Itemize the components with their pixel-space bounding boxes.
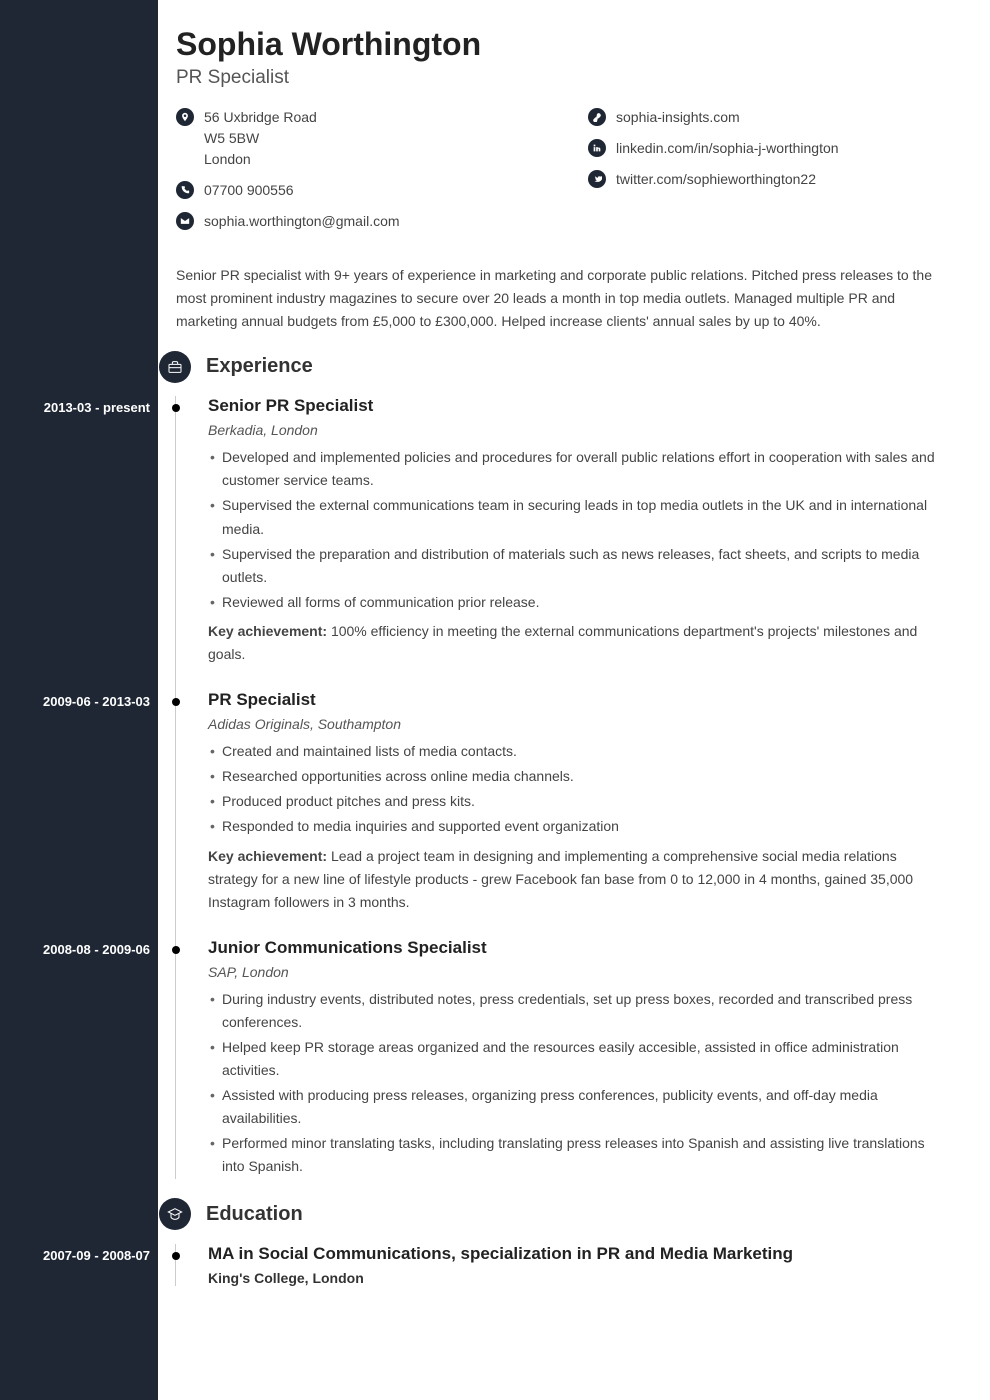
- timeline-dot: [172, 1252, 180, 1260]
- entry-meta: Adidas Originals, Southampton: [208, 716, 950, 732]
- entry-title: Senior PR Specialist: [208, 396, 950, 416]
- contact-mail: sophia.worthington@gmail.com: [176, 211, 538, 232]
- contact-linkedin: linkedin.com/in/sophia-j-worthington: [588, 138, 950, 159]
- resume-page: 2013-03 - present 2009-06 - 2013-03 2008-0…: [0, 0, 990, 1400]
- experience-header: Experience: [176, 355, 950, 378]
- phone-icon: [176, 181, 194, 199]
- education-entry: MA in Social Communications, specializat…: [208, 1244, 950, 1286]
- timeline-dot: [172, 698, 180, 706]
- contact-text: 56 Uxbridge RoadW5 5BWLondon: [204, 107, 317, 170]
- bullet-item: Helped keep PR storage areas organized a…: [208, 1036, 950, 1082]
- link-icon: [588, 108, 606, 126]
- mail-icon: [176, 212, 194, 230]
- bullet-item: Responded to media inquiries and support…: [208, 815, 950, 838]
- entry-meta: SAP, London: [208, 964, 950, 980]
- briefcase-icon: [159, 351, 191, 383]
- person-name: Sophia Worthington: [176, 26, 950, 63]
- bullet-list: During industry events, distributed note…: [208, 988, 950, 1179]
- entry-title: Junior Communications Specialist: [208, 938, 950, 958]
- timeline-dot: [172, 404, 180, 412]
- contact-link: sophia-insights.com: [588, 107, 950, 128]
- location-icon: [176, 108, 194, 126]
- job-title: PR Specialist: [176, 67, 950, 89]
- contact-grid: 56 Uxbridge RoadW5 5BWLondon 07700 900556…: [176, 107, 950, 242]
- linkedin-icon: [588, 139, 606, 157]
- contact-text: sophia.worthington@gmail.com: [204, 211, 400, 232]
- bullet-item: Performed minor translating tasks, inclu…: [208, 1132, 950, 1178]
- entry-meta: Berkadia, London: [208, 422, 950, 438]
- bullet-list: Developed and implemented policies and p…: [208, 446, 950, 614]
- contact-twitter: twitter.com/sophieworthington22: [588, 169, 950, 190]
- bullet-item: Reviewed all forms of communication prio…: [208, 591, 950, 614]
- contact-location: 56 Uxbridge RoadW5 5BWLondon: [176, 107, 538, 170]
- bullet-item: Created and maintained lists of media co…: [208, 740, 950, 763]
- key-achievement: Key achievement: 100% efficiency in meet…: [208, 620, 950, 666]
- bullet-item: Produced product pitches and press kits.: [208, 790, 950, 813]
- experience-entry: Senior PR Specialist Berkadia, London Deve…: [208, 396, 950, 666]
- bullet-item: Supervised the preparation and distribut…: [208, 543, 950, 589]
- graduation-icon: [159, 1198, 191, 1230]
- bullet-item: Supervised the external communications t…: [208, 494, 950, 540]
- summary-text: Senior PR specialist with 9+ years of ex…: [176, 264, 950, 333]
- sidebar: 2013-03 - present 2009-06 - 2013-03 2008-0…: [0, 0, 158, 1400]
- bullet-item: Developed and implemented policies and p…: [208, 446, 950, 492]
- date-label: 2008-08 - 2009-06: [43, 942, 150, 957]
- entry-title: MA in Social Communications, specializat…: [208, 1244, 950, 1264]
- key-achievement: Key achievement: Lead a project team in …: [208, 845, 950, 914]
- date-label: 2007-09 - 2008-07: [43, 1248, 150, 1263]
- contact-text: twitter.com/sophieworthington22: [616, 169, 816, 190]
- date-label: 2009-06 - 2013-03: [43, 694, 150, 709]
- contact-text: sophia-insights.com: [616, 107, 740, 128]
- twitter-icon: [588, 170, 606, 188]
- main-content: Sophia Worthington PR Specialist 56 Uxbr…: [158, 0, 990, 1400]
- education-timeline: MA in Social Communications, specializat…: [175, 1244, 950, 1286]
- bullet-item: Researched opportunities across online m…: [208, 765, 950, 788]
- contact-text: 07700 900556: [204, 180, 294, 201]
- date-label: 2013-03 - present: [44, 400, 150, 415]
- entry-school: King's College, London: [208, 1270, 950, 1286]
- experience-title: Experience: [206, 355, 313, 378]
- bullet-item: During industry events, distributed note…: [208, 988, 950, 1034]
- education-header: Education: [176, 1203, 950, 1226]
- contact-text: linkedin.com/in/sophia-j-worthington: [616, 138, 839, 159]
- experience-entry: Junior Communications Specialist SAP, Lon…: [208, 938, 950, 1179]
- contact-phone: 07700 900556: [176, 180, 538, 201]
- entry-title: PR Specialist: [208, 690, 950, 710]
- experience-entry: PR Specialist Adidas Originals, Southampt…: [208, 690, 950, 914]
- education-title: Education: [206, 1203, 303, 1226]
- bullet-item: Assisted with producing press releases, …: [208, 1084, 950, 1130]
- timeline-dot: [172, 946, 180, 954]
- bullet-list: Created and maintained lists of media co…: [208, 740, 950, 838]
- experience-timeline: Senior PR Specialist Berkadia, London Deve…: [175, 396, 950, 1178]
